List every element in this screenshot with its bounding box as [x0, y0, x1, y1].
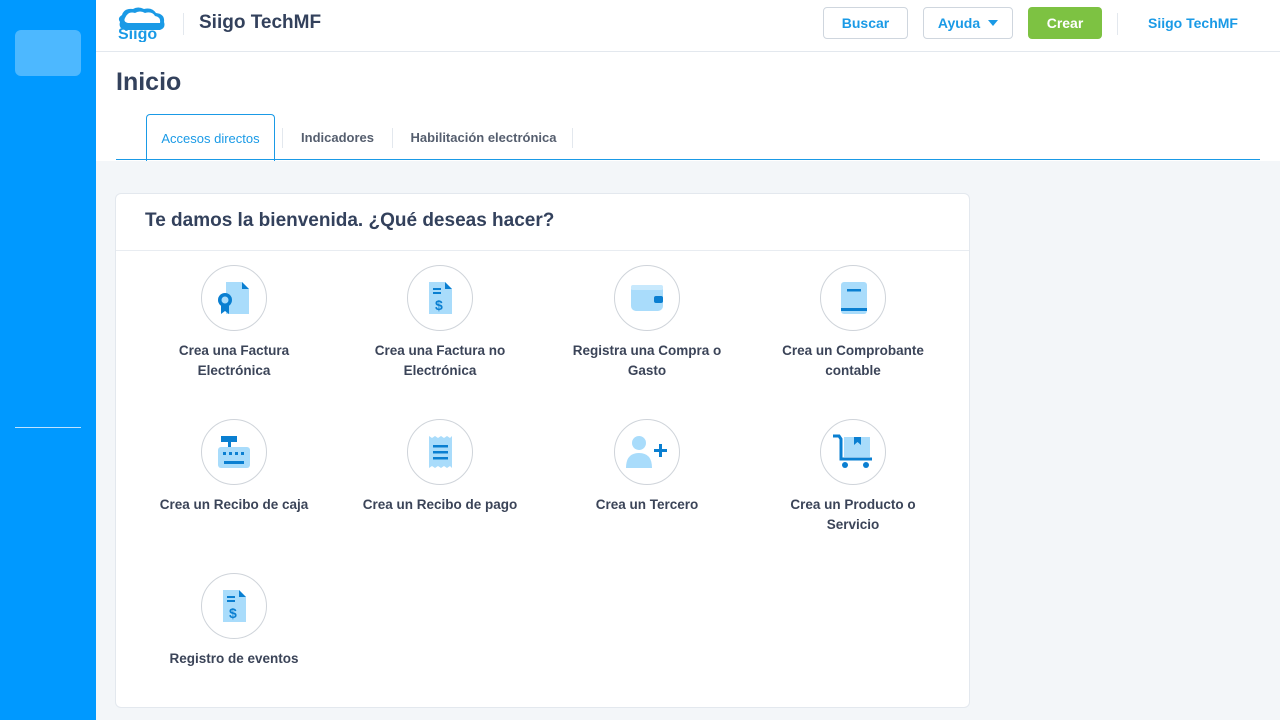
wallet-icon: [631, 285, 663, 311]
shortcut-recibo-caja[interactable]: Crea un Recibo de caja: [144, 419, 324, 515]
shortcut-comprobante-contable[interactable]: Crea un Comprobante contable: [763, 265, 943, 381]
shortcut-label: Crea una Factura no Electrónica: [374, 343, 506, 378]
invoice-icon: $: [429, 282, 452, 314]
shortcut-label: Crea un Recibo de caja: [159, 497, 309, 512]
shortcut-registro-eventos[interactable]: $ Registro de eventos: [144, 573, 324, 669]
tabs-underline: [116, 159, 1260, 160]
card-divider: [116, 250, 969, 251]
shortcut-label: Crea un Recibo de pago: [362, 497, 518, 512]
tab-accesos-directos[interactable]: Accesos directos: [146, 114, 275, 161]
search-button-label: Buscar: [841, 15, 890, 31]
chevron-down-icon: [988, 20, 999, 26]
page-title: Inicio: [116, 68, 182, 96]
svg-text:Siigo: Siigo: [118, 26, 157, 42]
shortcut-tercero[interactable]: Crea un Tercero: [557, 419, 737, 515]
shortcut-producto-servicio[interactable]: Crea un Producto o Servicio: [763, 419, 943, 535]
electronic-invoice-icon: [218, 282, 249, 314]
shortcut-recibo-pago[interactable]: Crea un Recibo de pago: [350, 419, 530, 515]
shortcut-label: Crea un Comprobante contable: [782, 343, 924, 378]
shortcut-label: Registro de eventos: [169, 651, 299, 666]
tab-indicadores[interactable]: Indicadores: [289, 114, 386, 161]
tab-separator: [572, 128, 573, 148]
shortcut-icon-circle: [407, 419, 473, 485]
welcome-card: Te damos la bienvenida. ¿Qué deseas hace…: [115, 193, 970, 708]
shortcut-label: Crea un Tercero: [595, 497, 699, 512]
event-log-icon: $: [223, 590, 246, 622]
welcome-title: Te damos la bienvenida. ¿Qué deseas hace…: [145, 210, 555, 231]
svg-text:$: $: [435, 297, 443, 313]
shortcut-factura-no-electronica[interactable]: $ Crea una Factura no Electrónica: [350, 265, 530, 381]
shortcut-icon-circle: $: [201, 573, 267, 639]
siigo-logo[interactable]: Siigo: [116, 6, 168, 42]
sidebar-menu-button[interactable]: [15, 30, 81, 76]
sidebar-divider: [15, 427, 81, 428]
shortcut-icon-circle: [614, 419, 680, 485]
shortcut-icon-circle: [614, 265, 680, 331]
shortcut-label: Crea un Producto o Servicio: [790, 497, 916, 532]
tab-separator: [392, 128, 393, 148]
create-button-label: Crear: [1046, 15, 1084, 31]
create-button[interactable]: Crear: [1028, 7, 1102, 39]
product-cart-icon: [833, 434, 872, 468]
shortcut-icon-circle: [820, 265, 886, 331]
shortcut-icon-circle: $: [407, 265, 473, 331]
sidebar: [0, 0, 96, 720]
receipt-icon: [429, 436, 452, 468]
shortcut-label: Registra una Compra o Gasto: [572, 343, 722, 378]
add-user-icon: [626, 436, 667, 468]
shortcut-icon-circle: [201, 265, 267, 331]
accounting-book-icon: [841, 282, 867, 314]
top-header: Siigo Siigo TechMF Buscar Ayuda Crear Si…: [96, 0, 1280, 52]
shortcut-compra-gasto[interactable]: Registra una Compra o Gasto: [557, 265, 737, 381]
logo-separator: [183, 13, 184, 35]
help-dropdown[interactable]: Ayuda: [923, 7, 1013, 39]
tab-habilitacion-electronica[interactable]: Habilitación electrónica: [401, 114, 566, 161]
shortcut-label: Crea una Factura Electrónica: [178, 343, 290, 378]
search-button[interactable]: Buscar: [823, 7, 908, 39]
shortcut-icon-circle: [201, 419, 267, 485]
tab-separator: [282, 128, 283, 148]
svg-text:$: $: [229, 605, 237, 621]
help-label: Ayuda: [937, 15, 981, 31]
shortcut-factura-electronica[interactable]: Crea una Factura Electrónica: [144, 265, 324, 381]
shortcut-icon-circle: [820, 419, 886, 485]
header-separator: [1117, 13, 1118, 35]
user-company-menu[interactable]: Siigo TechMF: [1148, 15, 1238, 31]
page-header: Inicio Accesos directos Indicadores Habi…: [96, 52, 1280, 161]
company-name: Siigo TechMF: [199, 12, 322, 33]
cash-register-icon: [218, 436, 250, 468]
